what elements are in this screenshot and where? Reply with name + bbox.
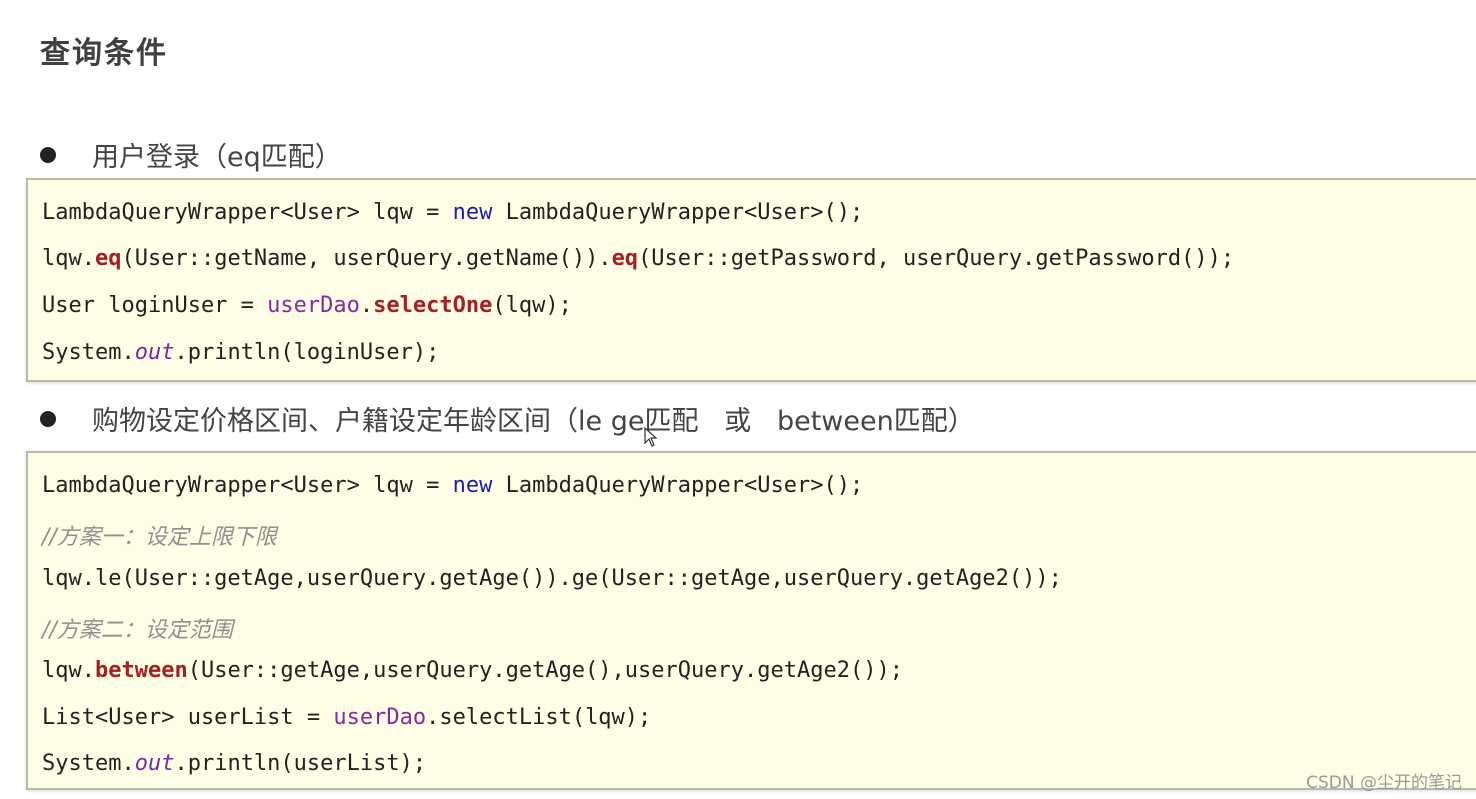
page: 查询条件 用户登录（eq匹配） LambdaQueryWrapper<User>… [0,0,1476,799]
code-block-login: LambdaQueryWrapper<User> lqw = new Lambd… [26,178,1476,382]
section2-heading-row: 购物设定价格区间、户籍设定年龄区间（le ge匹配 或 between匹配） [40,399,975,438]
code-line: List<User> userList = userDao.selectList… [42,705,652,730]
section1-heading-row: 用户登录（eq匹配） [40,135,342,174]
bullet-dot-icon [40,410,56,427]
code-line: System.out.println(userList); [42,751,427,776]
code-line: lqw.eq(User::getName, userQuery.getName(… [42,246,1235,271]
code-line: System.out.println(loginUser); [42,340,440,365]
section1-heading: 用户登录（eq匹配） [92,142,342,173]
code-comment: //方案一：设定上限下限 [42,525,277,550]
code-line: lqw.le(User::getAge,userQuery.getAge()).… [42,566,1062,591]
code-line: User loginUser = userDao.selectOne(lqw); [42,293,572,318]
section2-heading: 购物设定价格区间、户籍设定年龄区间（le ge匹配 或 between匹配） [92,406,975,437]
watermark: CSDN @尘开的笔记 [1306,773,1462,793]
page-title: 查询条件 [40,36,168,71]
code-line: LambdaQueryWrapper<User> lqw = new Lambd… [42,473,864,498]
bullet-dot-icon [40,146,56,163]
code-line: lqw.between(User::getAge,userQuery.getAg… [42,658,903,683]
code-block-range: LambdaQueryWrapper<User> lqw = new Lambd… [26,451,1476,790]
mouse-pointer-icon [644,427,658,447]
code-comment: //方案二：设定范围 [42,618,233,643]
code-line: LambdaQueryWrapper<User> lqw = new Lambd… [42,200,864,225]
